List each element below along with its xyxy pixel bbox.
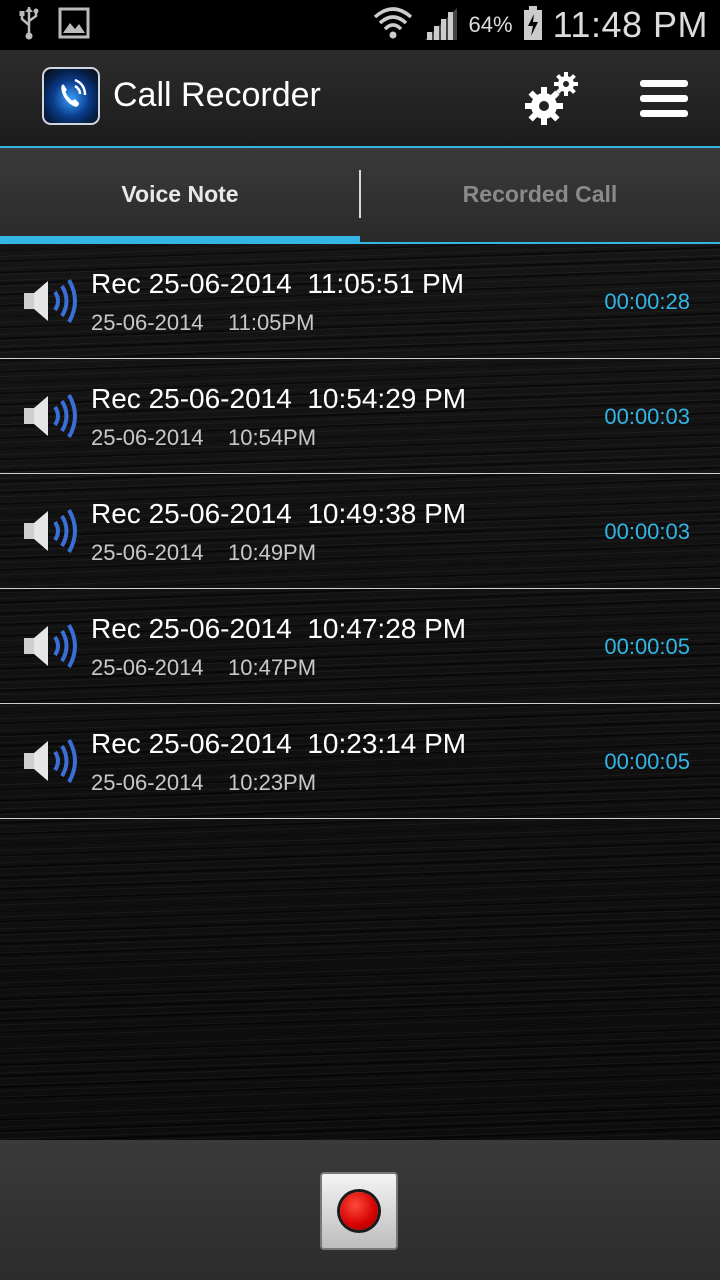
app-title: Call Recorder (113, 76, 321, 114)
recording-date: 25-06-2014 (91, 655, 204, 680)
recording-time: 10:47PM (228, 655, 317, 680)
status-bar: 64% 11:48 PM (0, 0, 720, 50)
settings-gears-icon[interactable] (520, 68, 584, 128)
recording-datetime: 25-06-2014 10:23PM (91, 770, 316, 796)
recording-item[interactable]: Rec 25-06-2014 10:23:14 PM 25-06-2014 10… (0, 704, 720, 819)
recording-title: Rec 25-06-2014 10:54:29 PM (91, 383, 467, 414)
speaker-icon (20, 736, 80, 786)
recording-item[interactable]: Rec 25-06-2014 11:05:51 PM 25-06-2014 11… (0, 244, 720, 359)
recording-item[interactable]: Rec 25-06-2014 10:49:38 PM 25-06-2014 10… (0, 474, 720, 589)
recording-date: 25-06-2014 (91, 310, 204, 335)
action-bar: Call Recorder (0, 50, 720, 148)
record-button[interactable] (320, 1172, 398, 1250)
recording-title: Rec 25-06-2014 10:49:38 PM (91, 498, 467, 529)
menu-icon[interactable] (636, 76, 692, 122)
tab-voice-note[interactable]: Voice Note (0, 148, 360, 240)
recording-duration: 00:00:03 (604, 404, 690, 429)
recording-duration: 00:00:03 (604, 519, 690, 544)
recording-title: Rec 25-06-2014 10:23:14 PM (91, 728, 467, 759)
recording-item[interactable]: Rec 25-06-2014 10:54:29 PM 25-06-2014 10… (0, 359, 720, 474)
record-icon (340, 1192, 378, 1230)
recording-item[interactable]: Rec 25-06-2014 10:47:28 PM 25-06-2014 10… (0, 589, 720, 704)
battery-charging-icon (523, 5, 543, 46)
recording-date: 25-06-2014 (91, 770, 204, 795)
screen: 64% 11:48 PM Call Recorder Voice Note Re… (0, 0, 720, 1280)
tab-recorded-call[interactable]: Recorded Call (360, 148, 720, 240)
recording-time: 10:54PM (228, 425, 317, 450)
recording-title: Rec 25-06-2014 10:47:28 PM (91, 613, 467, 644)
tab-bar: Voice Note Recorded Call (0, 148, 720, 244)
tab-selected-indicator (0, 236, 360, 242)
battery-percent: 64% (468, 12, 513, 37)
recordings-list: Rec 25-06-2014 11:05:51 PM 25-06-2014 11… (0, 244, 720, 1140)
speaker-icon (20, 391, 80, 441)
wifi-icon (373, 5, 413, 46)
recording-time: 10:23PM (228, 770, 317, 795)
speaker-icon (20, 276, 80, 326)
bottom-bar (0, 1140, 720, 1280)
recording-time: 11:05PM (228, 310, 315, 335)
recording-date: 25-06-2014 (91, 540, 204, 565)
recording-datetime: 25-06-2014 11:05PM (91, 310, 314, 336)
recording-title: Rec 25-06-2014 11:05:51 PM (91, 268, 465, 299)
signal-icon (423, 6, 459, 45)
usb-icon (18, 5, 40, 46)
recording-datetime: 25-06-2014 10:54PM (91, 425, 316, 451)
recording-datetime: 25-06-2014 10:47PM (91, 655, 316, 681)
image-icon (58, 7, 90, 44)
recording-duration: 00:00:05 (604, 749, 690, 774)
recording-time: 10:49PM (228, 540, 317, 565)
status-time: 11:48 PM (552, 4, 708, 45)
recording-datetime: 25-06-2014 10:49PM (91, 540, 316, 566)
recording-duration: 00:00:28 (604, 289, 690, 314)
app-logo-icon[interactable] (42, 67, 100, 125)
recording-date: 25-06-2014 (91, 425, 204, 450)
speaker-icon (20, 621, 80, 671)
speaker-icon (20, 506, 80, 556)
recording-duration: 00:00:05 (604, 634, 690, 659)
